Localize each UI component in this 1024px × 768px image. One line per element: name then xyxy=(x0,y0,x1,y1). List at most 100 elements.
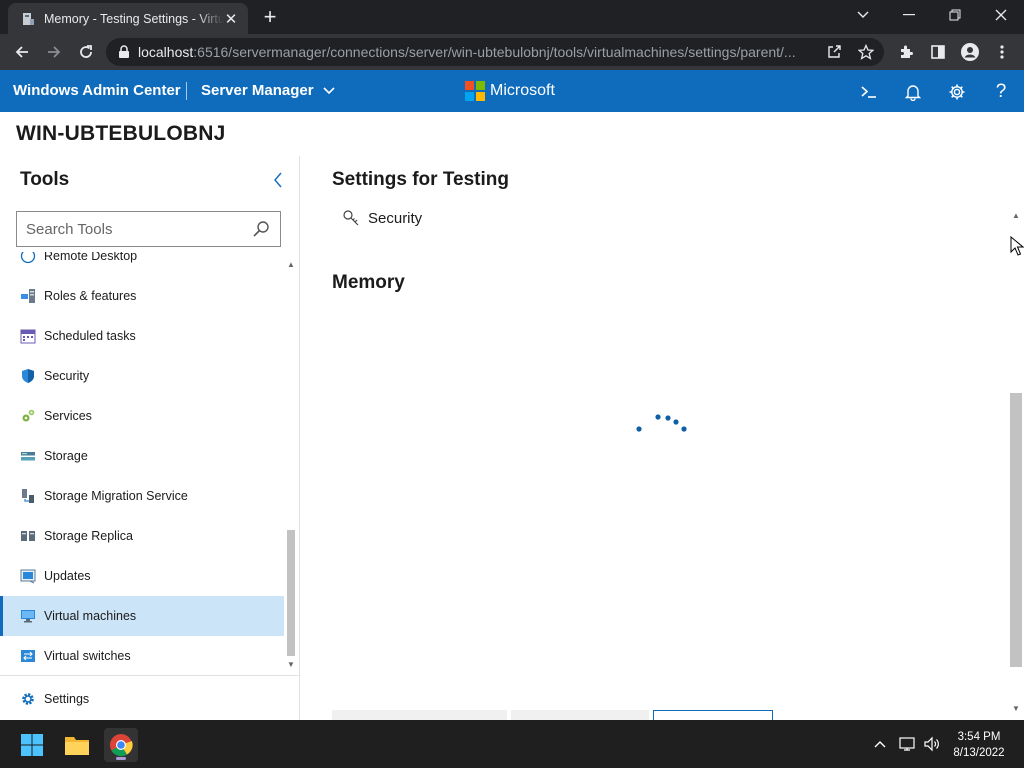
lock-icon[interactable] xyxy=(118,45,130,59)
network-icon[interactable] xyxy=(898,734,918,754)
server-manager-dropdown[interactable]: Server Manager xyxy=(201,82,335,99)
chrome-icon[interactable] xyxy=(104,728,138,762)
close-tab-icon[interactable]: ✕ xyxy=(222,10,240,28)
bookmark-star-icon[interactable] xyxy=(854,40,878,64)
reload-icon[interactable] xyxy=(74,40,98,64)
file-explorer-icon[interactable] xyxy=(60,728,94,762)
updates-icon xyxy=(19,567,37,585)
remote-desktop-icon xyxy=(19,252,37,265)
close-window-button[interactable] xyxy=(978,0,1024,30)
sidebar-item-label: Services xyxy=(44,409,92,423)
search-tools-box[interactable] xyxy=(16,211,281,247)
app-header: Windows Admin Center Server Manager Micr… xyxy=(0,70,1024,112)
security-settings-link[interactable]: Security xyxy=(342,209,422,227)
microsoft-logo-icon xyxy=(465,81,485,101)
header-divider xyxy=(186,82,187,100)
sidebar-item-label: Virtual machines xyxy=(44,609,137,623)
sidebar-item-storage-replica[interactable]: Storage Replica xyxy=(0,516,284,556)
sidebar-item-virtual-switches[interactable]: Virtual switches xyxy=(0,636,284,676)
extensions-icon[interactable] xyxy=(894,40,918,64)
sidebar-item-updates[interactable]: Updates xyxy=(0,556,284,596)
profile-icon[interactable] xyxy=(958,40,982,64)
sidebar-item-storage-migration-service[interactable]: Storage Migration Service xyxy=(0,476,284,516)
virtual-machine-icon xyxy=(19,607,37,625)
taskbar: 3:54 PM 8/13/2022 xyxy=(0,720,1024,768)
tools-heading: Tools xyxy=(20,169,70,190)
search-icon[interactable] xyxy=(252,220,270,238)
sidebar-item-services[interactable]: Services xyxy=(0,396,284,436)
share-icon[interactable] xyxy=(822,40,846,64)
browser-tab-bar: Memory - Testing Settings - Virtu ✕ + xyxy=(0,0,1024,34)
scroll-up-arrow-icon[interactable]: ▲ xyxy=(286,260,296,269)
migration-icon xyxy=(19,487,37,505)
sidebar-item-label: Updates xyxy=(44,569,91,583)
help-icon[interactable]: ? xyxy=(989,80,1013,104)
tab-search-icon[interactable] xyxy=(840,0,886,30)
windows-start-icon[interactable] xyxy=(15,728,49,762)
server-title: WIN-UBTEBULOBNJ xyxy=(16,122,226,145)
microsoft-brand: Microsoft xyxy=(465,81,555,101)
sidebar-item-label: Security xyxy=(44,369,90,383)
search-tools-input[interactable] xyxy=(24,219,248,239)
powershell-icon[interactable] xyxy=(857,80,881,104)
storage-icon xyxy=(19,447,37,465)
security-link-label: Security xyxy=(368,209,423,227)
sidebar-item-scheduled-tasks[interactable]: Scheduled tasks xyxy=(0,316,284,356)
calendar-icon xyxy=(19,327,37,345)
server-manager-label: Server Manager xyxy=(201,82,314,99)
gear-icon xyxy=(19,690,37,708)
main-scrollbar-thumb[interactable] xyxy=(1010,393,1022,667)
clock-time: 3:54 PM xyxy=(957,731,1001,743)
page-title: Settings for Testing xyxy=(332,169,509,190)
tools-sidebar: Tools Remote Desktop Roles & features Sc… xyxy=(0,156,300,720)
minimize-button[interactable] xyxy=(886,0,932,30)
scroll-down-arrow-icon[interactable]: ▼ xyxy=(286,660,296,669)
scroll-down-arrow-icon[interactable]: ▼ xyxy=(1011,704,1021,713)
chevron-down-icon xyxy=(322,86,335,95)
mouse-cursor-icon xyxy=(1010,235,1024,261)
browser-tab-active[interactable]: Memory - Testing Settings - Virtu ✕ xyxy=(8,3,248,34)
sidebar-item-virtual-machines[interactable]: Virtual machines xyxy=(0,596,284,636)
scroll-up-arrow-icon[interactable]: ▲ xyxy=(1011,211,1021,220)
main-scrollbar[interactable]: ▲ ▼ xyxy=(1008,207,1024,720)
sidebar-item-storage[interactable]: Storage xyxy=(0,436,284,476)
sidebar-item-security[interactable]: Security xyxy=(0,356,284,396)
sidebar-item-roles-features[interactable]: Roles & features xyxy=(0,276,284,316)
sidebar-item-label: Remote Desktop xyxy=(44,252,138,263)
active-app-indicator xyxy=(116,757,126,760)
side-panel-icon[interactable] xyxy=(926,40,950,64)
collapse-sidebar-chevron-icon[interactable] xyxy=(268,168,288,192)
notifications-bell-icon[interactable] xyxy=(901,80,925,104)
page-favicon-icon xyxy=(20,11,36,27)
system-clock[interactable]: 3:54 PM 8/13/2022 xyxy=(944,729,1014,761)
forward-arrow-icon[interactable] xyxy=(42,40,66,64)
key-icon xyxy=(342,209,360,227)
microsoft-label: Microsoft xyxy=(490,82,555,99)
tools-scrollbar[interactable]: ▲ ▼ xyxy=(284,256,298,674)
shield-icon xyxy=(19,367,37,385)
gears-icon xyxy=(19,407,37,425)
restore-button[interactable] xyxy=(932,0,978,30)
sidebar-item-label: Roles & features xyxy=(44,289,137,303)
app-title[interactable]: Windows Admin Center xyxy=(13,82,181,99)
sidebar-item-remote-desktop[interactable]: Remote Desktop xyxy=(0,252,284,276)
virtual-switch-icon xyxy=(19,647,37,665)
chevron-up-icon[interactable] xyxy=(870,734,890,754)
sidebar-item-label: Storage xyxy=(44,449,88,463)
sidebar-item-settings[interactable]: Settings xyxy=(0,675,299,721)
sidebar-item-label: Storage Migration Service xyxy=(44,489,188,503)
settings-gear-icon[interactable] xyxy=(945,80,969,104)
settings-label: Settings xyxy=(44,691,90,706)
volume-icon[interactable] xyxy=(922,734,942,754)
replica-icon xyxy=(19,527,37,545)
back-arrow-icon[interactable] xyxy=(10,40,34,64)
url-text[interactable]: localhost:6516/servermanager/connections… xyxy=(138,44,818,60)
sidebar-item-label: Storage Replica xyxy=(44,529,133,543)
address-bar[interactable]: localhost:6516/servermanager/connections… xyxy=(106,38,884,66)
browser-toolbar: localhost:6516/servermanager/connections… xyxy=(0,34,1024,70)
memory-section-title: Memory xyxy=(332,272,405,293)
tools-scrollbar-thumb[interactable] xyxy=(287,530,295,656)
roles-features-icon xyxy=(19,287,37,305)
new-tab-button[interactable]: + xyxy=(258,5,282,29)
more-menu-icon[interactable] xyxy=(990,40,1014,64)
